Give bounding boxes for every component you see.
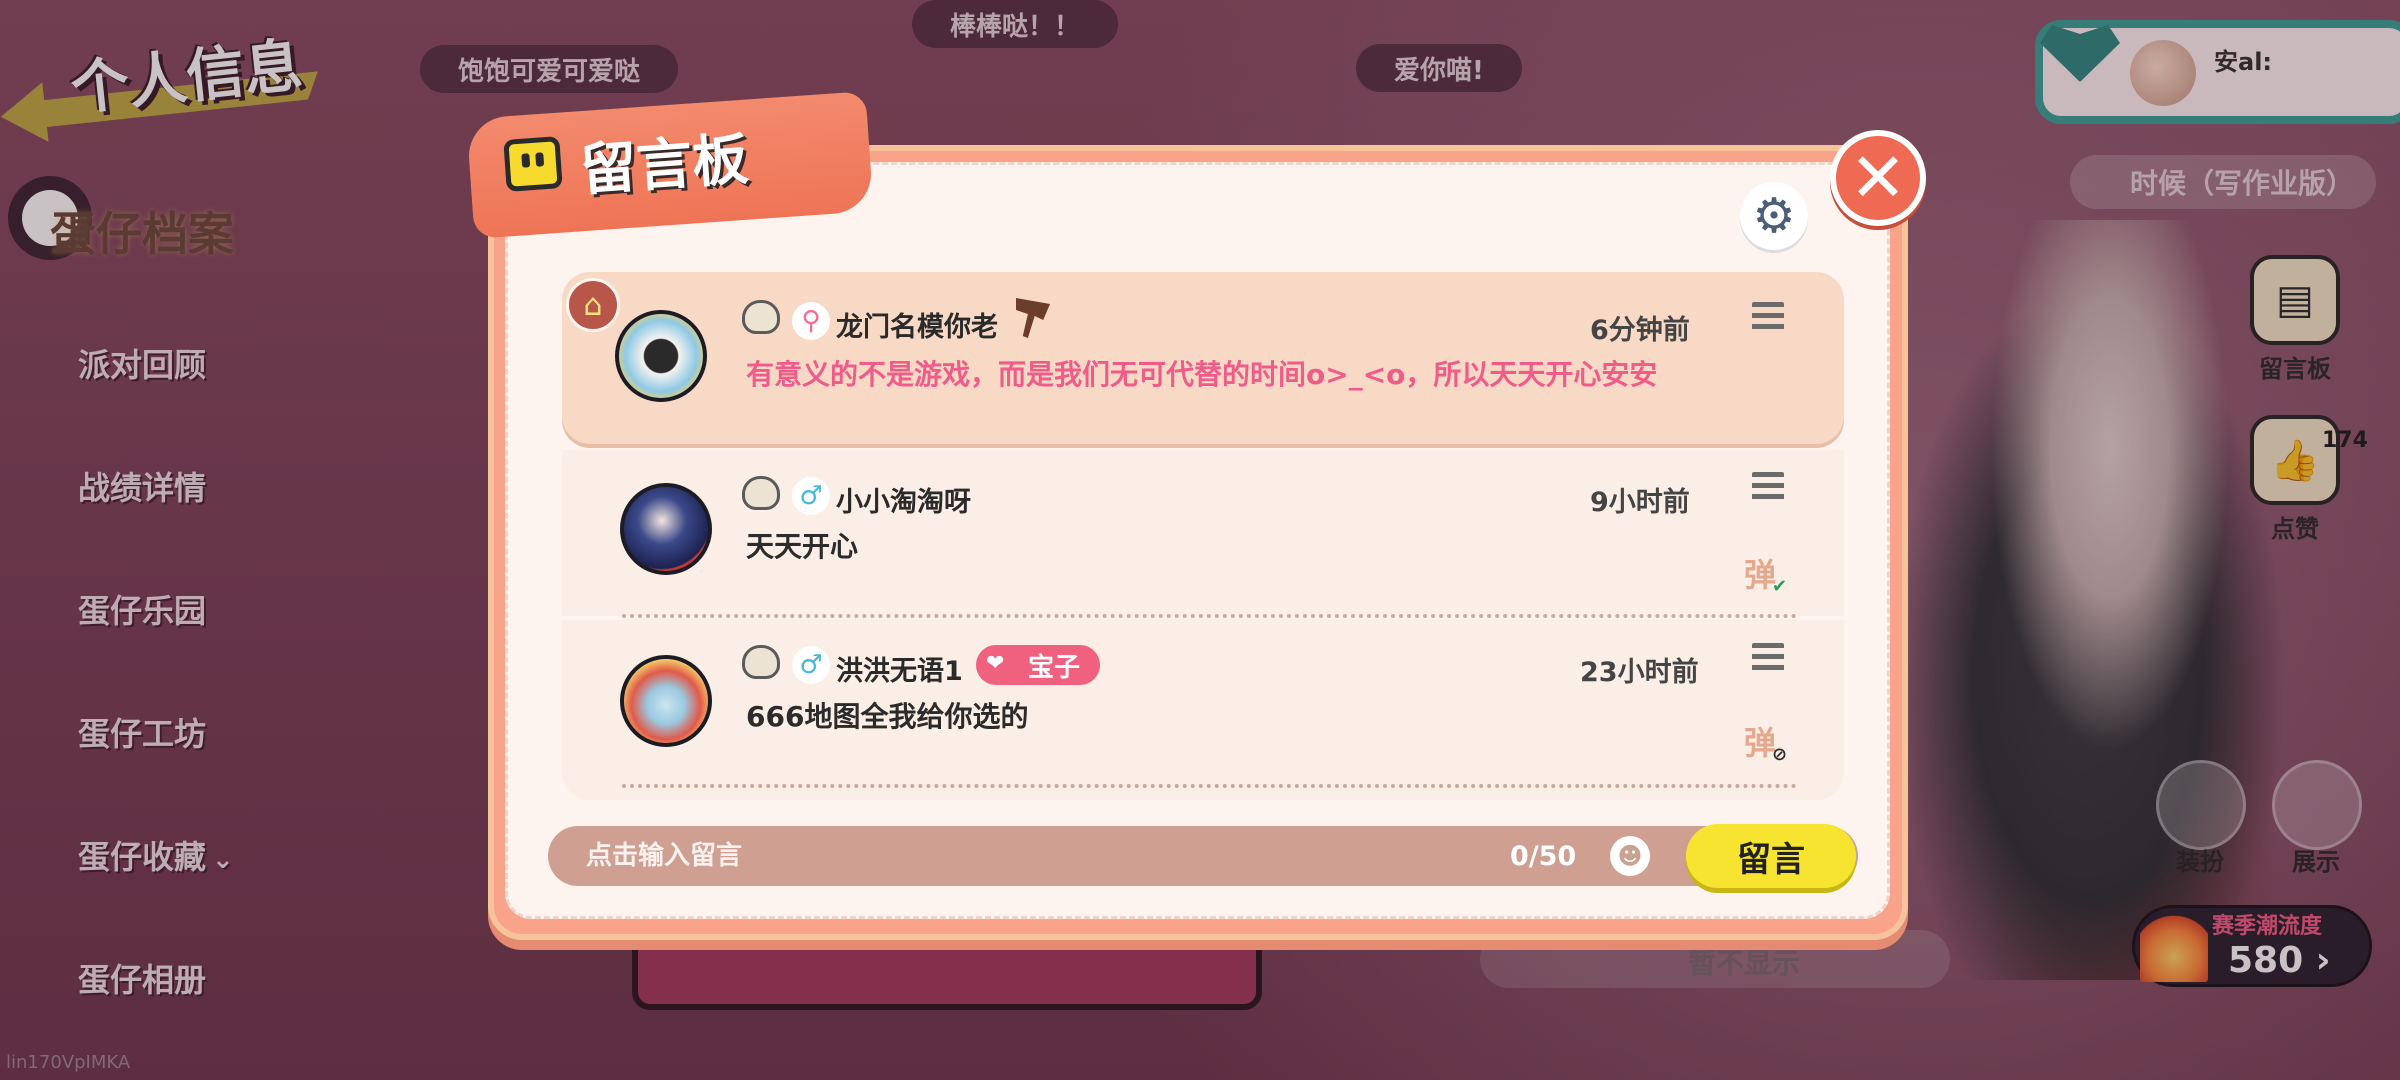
commenter-name[interactable]: 小小淘淘呀 (836, 480, 971, 519)
chick-icon (742, 476, 780, 510)
message-input-bar (548, 826, 1858, 886)
chick-icon (742, 300, 780, 334)
chick-icon (742, 645, 780, 679)
char-counter: 0/50 (1510, 841, 1577, 872)
heart-icon: ❤ (986, 651, 1005, 676)
commenter-name[interactable]: 洪洪无语1 (836, 649, 963, 688)
divider (622, 784, 1797, 788)
close-button[interactable]: ✕ (1830, 130, 1926, 226)
danmaku-toggle[interactable]: 弹⊘ (1744, 718, 1791, 765)
message-time: 9小时前 (1590, 487, 1690, 518)
message-input[interactable] (548, 826, 1548, 886)
send-message-button[interactable]: 留言 (1686, 824, 1856, 888)
menu-icon[interactable] (1752, 643, 1784, 671)
menu-icon[interactable] (1752, 472, 1784, 500)
dialog-title: 留言板 (578, 127, 751, 204)
message-text: 有意义的不是游戏，而是我们无可代替的时间o>_<o，所以天天开心安安 (746, 358, 1658, 391)
home-icon: ⌂ (566, 278, 620, 332)
message-time: 23小时前 (1580, 657, 1699, 688)
message-time: 6分钟前 (1590, 315, 1690, 346)
message-board-icon (503, 136, 563, 192)
divider (622, 614, 1797, 618)
emoji-icon[interactable]: ☻ (1610, 836, 1650, 876)
menu-icon[interactable] (1752, 302, 1784, 330)
message-text: 666地图全我给你选的 (746, 700, 1029, 733)
settings-gear-icon[interactable]: ⚙ (1740, 182, 1808, 250)
block-icon: ⊘ (1772, 744, 1788, 765)
commenter-name[interactable]: 龙门名模你老 (836, 305, 998, 344)
male-icon: ♂ (792, 646, 830, 684)
female-icon: ⚲ (792, 302, 830, 340)
check-icon: ✔ (1772, 576, 1788, 597)
danmaku-toggle[interactable]: 弹✔ (1744, 550, 1791, 597)
message-text: 天天开心 (746, 530, 859, 563)
avatar[interactable] (620, 483, 712, 575)
male-icon: ♂ (792, 477, 830, 515)
avatar[interactable] (615, 310, 707, 402)
avatar[interactable] (620, 655, 712, 747)
